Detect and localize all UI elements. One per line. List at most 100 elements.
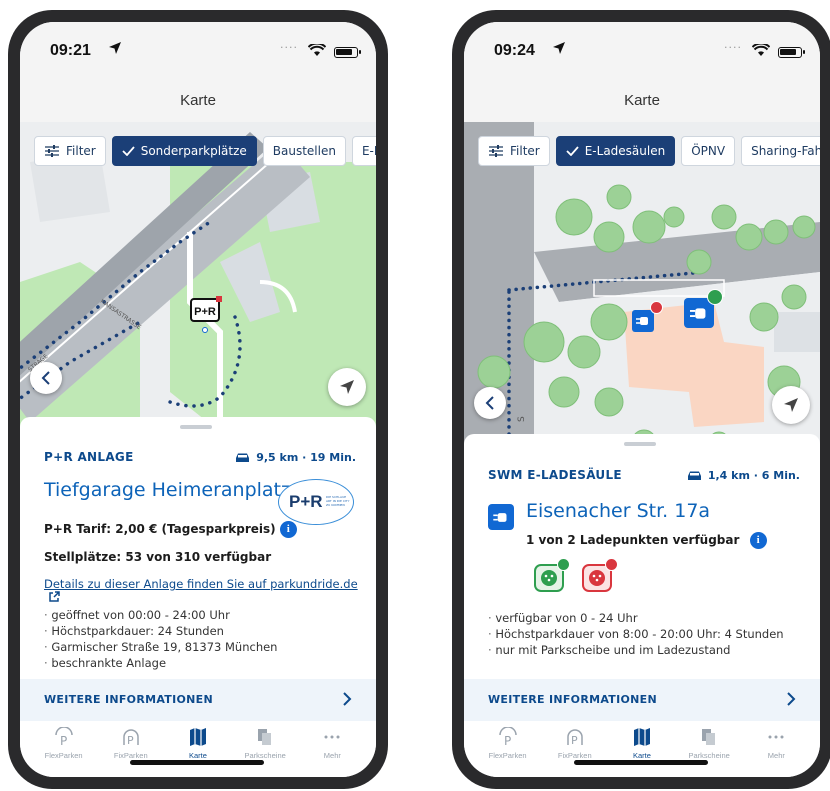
street-label: S: [517, 416, 527, 422]
plug-icon: [690, 307, 706, 319]
tab-flexparken[interactable]: P FlexParken: [478, 721, 538, 771]
chip-label: Filter: [510, 144, 540, 158]
info-icon[interactable]: i: [279, 521, 297, 538]
chip-label: E-La: [361, 144, 376, 158]
status-time: 09:21: [50, 42, 91, 59]
back-button[interactable]: [30, 362, 62, 394]
connector-icon: [589, 570, 605, 586]
tab-label: Karte: [633, 751, 651, 760]
chip-label: Sonderparkplätze: [140, 144, 247, 158]
locate-me-button[interactable]: [772, 386, 810, 424]
distance-text: 9,5 km · 19 Min.: [256, 450, 356, 464]
details-link-text: Details zu dieser Anlage finden Sie auf …: [44, 577, 358, 591]
tariff-text: P+R Tarif: 2,00 € (Tagesparkpreis): [44, 522, 276, 536]
list-item: Garmischer Straße 19, 81373 München: [44, 639, 277, 655]
signal-icon: ····: [724, 41, 742, 54]
marker-anchor-dot: [202, 327, 208, 333]
chip-e-ladesaeulen[interactable]: E-Ladesäulen: [555, 136, 676, 166]
sheet-header: P+R ANLAGE 9,5 km · 19 Min.: [44, 450, 356, 464]
flexparken-icon: P: [498, 727, 517, 747]
chip-e-ladesaeulen[interactable]: E-La: [351, 136, 376, 166]
map-canvas[interactable]: HANSASTRASSE STRAGE: [20, 122, 376, 432]
chip-label: Baustellen: [272, 144, 336, 158]
tab-mehr[interactable]: Mehr: [746, 721, 806, 771]
chip-label: E-Ladesäulen: [584, 144, 666, 158]
battery-icon: [778, 47, 805, 58]
chevron-left-icon: [41, 371, 50, 385]
map-view[interactable]: HANSASTRASSE STRAGE P+R Filter Sonderpar…: [20, 122, 376, 432]
list-item: geöffnet von 00:00 - 24:00 Uhr: [44, 607, 277, 623]
sheet-grabber[interactable]: [624, 442, 656, 446]
map-canvas[interactable]: S: [464, 122, 820, 452]
chip-oepnv[interactable]: ÖPNV: [681, 136, 736, 166]
filter-button[interactable]: Filter: [478, 136, 550, 166]
sheet-header: SWM E-LADESÄULE 1,4 km · 6 Min.: [488, 468, 800, 482]
tab-label: Karte: [189, 751, 207, 760]
marker-status-dot: [216, 296, 222, 302]
nav-title: Karte: [180, 92, 216, 109]
more-info-button[interactable]: WEITERE INFORMATIONEN: [20, 679, 376, 721]
tab-label: Mehr: [323, 751, 341, 760]
facility-details-list: geöffnet von 00:00 - 24:00 Uhr Höchstpar…: [44, 607, 277, 671]
pr-logo-tagline: DIE SCHLAUE ART IN DIE CITY ZU KOMMEN: [326, 495, 350, 507]
facility-type-label: SWM E-LADESÄULE: [488, 468, 622, 482]
info-icon[interactable]: i: [749, 532, 767, 549]
locate-me-button[interactable]: [328, 368, 366, 406]
app-screen-left: 09:21 ···· Karte HANSASTRASSE P+R Filter…: [20, 22, 376, 777]
more-info-button[interactable]: WEITERE INFORMATIONEN: [464, 679, 820, 721]
list-item: Höchstparkdauer: 24 Stunden: [44, 623, 277, 639]
detail-sheet: P+R ANLAGE 9,5 km · 19 Min. Tiefgarage H…: [20, 417, 376, 777]
back-button[interactable]: [474, 387, 506, 419]
spaces-available: Stellplätze: 53 von 310 verfügbar: [44, 550, 272, 564]
more-dots-icon: [768, 735, 784, 739]
list-item: nur mit Parkscheibe und im Ladezustand: [488, 642, 784, 658]
chip-label: Sharing-Fahrz: [751, 144, 820, 158]
facility-type-label: P+R ANLAGE: [44, 450, 134, 464]
charger-marker-occupied[interactable]: [632, 301, 663, 332]
filter-icon: [489, 145, 503, 157]
svg-text:P: P: [571, 734, 578, 747]
svg-text:P: P: [504, 734, 511, 747]
more-info-label: WEITERE INFORMATIONEN: [44, 693, 213, 706]
pr-logo-text: P+R: [289, 492, 323, 511]
chip-sharing-fahrzeuge[interactable]: Sharing-Fahrz: [741, 136, 820, 166]
external-link-icon: [49, 591, 60, 602]
station-title: Eisenacher Str. 17a: [526, 500, 711, 522]
distance-info: 1,4 km · 6 Min.: [687, 469, 800, 482]
facility-title: Tiefgarage Heimeranplatz: [44, 479, 291, 501]
more-info-label: WEITERE INFORMATIONEN: [488, 693, 657, 706]
pr-map-marker[interactable]: P+R: [190, 296, 222, 322]
navigation-arrow-icon: [784, 398, 798, 412]
details-link[interactable]: Details zu dieser Anlage finden Sie auf …: [44, 577, 376, 605]
pr-marker-label: P+R: [194, 306, 216, 318]
tab-flexparken[interactable]: P FlexParken: [34, 721, 94, 771]
tab-label: FlexParken: [44, 751, 83, 760]
unavailable-badge-icon: [605, 558, 618, 571]
chip-sonderparkplaetze[interactable]: Sonderparkplätze: [111, 136, 257, 166]
unavailable-badge-icon: [650, 301, 663, 314]
chip-baustellen[interactable]: Baustellen: [262, 136, 346, 166]
available-badge-icon: [707, 289, 723, 305]
chip-label: ÖPNV: [691, 144, 726, 158]
phone-frame-left: 09:21 ···· Karte HANSASTRASSE P+R Filter…: [8, 10, 388, 789]
tab-label: Parkscheine: [688, 751, 730, 760]
home-indicator: [130, 760, 264, 765]
filter-button[interactable]: Filter: [34, 136, 106, 166]
connector-icon: [541, 570, 557, 586]
charger-marker-available[interactable]: [684, 289, 723, 328]
status-bar: 09:21 ····: [20, 22, 376, 82]
tariff-row: P+R Tarif: 2,00 € (Tagesparkpreis) i: [44, 521, 297, 538]
nav-bar: Karte: [20, 82, 376, 122]
charge-point-occupied[interactable]: [582, 558, 618, 592]
wifi-icon: [752, 44, 770, 56]
chip-label: Filter: [66, 144, 96, 158]
tab-mehr[interactable]: Mehr: [302, 721, 362, 771]
sheet-grabber[interactable]: [180, 425, 212, 429]
availability-text: 1 von 2 Ladepunkten verfügbar: [526, 533, 740, 547]
plug-icon: [493, 512, 507, 522]
charge-point-available[interactable]: [534, 558, 570, 592]
map-view[interactable]: S Filter E-Ladesäulen ÖPNV Sharing-Fah: [464, 122, 820, 452]
navigation-arrow-icon: [340, 380, 354, 394]
tab-label: Parkscheine: [244, 751, 286, 760]
car-icon: [236, 453, 250, 462]
